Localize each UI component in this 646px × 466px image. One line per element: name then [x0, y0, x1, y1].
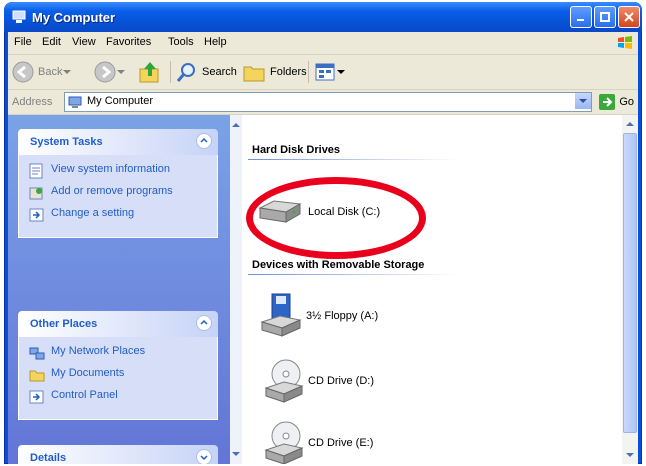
view-system-info-link[interactable]: View system information — [29, 163, 207, 179]
system-tasks-body: View system information Add or remove pr… — [18, 155, 218, 238]
my-computer-icon — [12, 10, 26, 23]
maximize-icon — [600, 12, 610, 22]
chevron-down-icon — [579, 99, 587, 103]
maximize-button[interactable] — [594, 6, 616, 28]
collapse-chevron-icon[interactable] — [196, 315, 212, 331]
network-icon — [29, 347, 45, 360]
close-button[interactable] — [618, 6, 640, 28]
cd-drive-icon — [264, 421, 304, 464]
group-removable-storage: Devices with Removable Storage — [252, 259, 425, 271]
floppy-a[interactable]: 3½ Floppy (A:) — [260, 292, 378, 340]
menu-favorites[interactable]: Favorites — [106, 36, 151, 48]
menu-view[interactable]: View — [72, 36, 96, 48]
forward-button[interactable] — [94, 59, 126, 85]
up-folder-button[interactable] — [138, 59, 162, 85]
details-header[interactable]: Details — [18, 445, 218, 464]
other-places-header[interactable]: Other Places — [18, 311, 218, 337]
scroll-up-icon — [626, 122, 634, 126]
my-network-places-link[interactable]: My Network Places — [29, 345, 207, 361]
my-computer-icon — [68, 96, 82, 108]
scroll-down-icon — [626, 453, 634, 457]
title-bar[interactable]: My Computer — [4, 2, 642, 32]
chevron-down-icon — [117, 70, 125, 74]
windows-logo-icon — [618, 36, 632, 49]
minimize-button[interactable] — [570, 6, 592, 28]
local-disk-c[interactable]: Local Disk (C:) — [256, 198, 380, 226]
menu-tools[interactable]: Tools — [168, 36, 194, 48]
content-scrollbar[interactable] — [622, 115, 638, 464]
task-pane: System Tasks View system information Add… — [8, 115, 230, 464]
content-pane — [230, 115, 622, 464]
change-setting-link[interactable]: Change a setting — [29, 207, 207, 223]
address-dropdown-button[interactable] — [575, 93, 591, 109]
address-label: Address — [12, 96, 53, 108]
toolbar: Back Search Folders — [8, 55, 638, 90]
folder-icon — [29, 370, 45, 382]
go-arrow-icon — [599, 94, 616, 110]
address-input[interactable]: My Computer — [64, 92, 592, 112]
scroll-thumb[interactable] — [623, 133, 637, 433]
system-info-icon — [29, 163, 43, 179]
folder-icon — [243, 66, 265, 82]
control-panel-icon — [29, 208, 44, 222]
details-panel: Details — [18, 445, 218, 464]
menu-edit[interactable]: Edit — [42, 36, 61, 48]
back-arrow-icon — [12, 61, 34, 83]
programs-icon — [29, 187, 43, 200]
folders-button[interactable]: Folders — [242, 59, 307, 85]
left-scrollbar[interactable] — [230, 115, 242, 464]
search-button[interactable]: Search — [176, 59, 237, 85]
scroll-up-icon — [232, 123, 240, 127]
cd-drive-d[interactable]: CD Drive (D:) — [264, 358, 374, 404]
add-remove-programs-link[interactable]: Add or remove programs — [29, 185, 207, 201]
my-documents-link[interactable]: My Documents — [29, 367, 207, 383]
menu-file[interactable]: File — [14, 36, 32, 48]
address-bar: Address My Computer Go — [8, 90, 638, 115]
control-panel-icon — [29, 390, 44, 404]
collapse-chevron-icon[interactable] — [196, 449, 212, 464]
search-icon — [176, 63, 195, 82]
system-tasks-header[interactable]: System Tasks — [18, 129, 218, 155]
window-title: My Computer — [32, 10, 116, 25]
control-panel-link[interactable]: Control Panel — [29, 389, 207, 405]
chevron-down-icon — [63, 70, 72, 74]
up-folder-icon — [139, 62, 159, 83]
back-button[interactable]: Back — [12, 59, 72, 85]
menu-help[interactable]: Help — [204, 36, 227, 48]
views-icon — [315, 63, 335, 81]
forward-arrow-icon — [94, 61, 116, 83]
other-places-body: My Network Places My Documents Control P… — [18, 337, 218, 420]
views-button[interactable] — [314, 59, 346, 85]
close-icon — [624, 12, 634, 22]
group-hard-disk-drives: Hard Disk Drives — [252, 144, 341, 156]
scroll-down-icon — [232, 452, 240, 456]
floppy-drive-icon — [260, 293, 302, 337]
chevron-down-icon — [337, 70, 345, 74]
menu-bar: File Edit View Favorites Tools Help — [8, 32, 638, 55]
cd-drive-icon — [264, 359, 304, 403]
hard-drive-icon — [258, 200, 302, 223]
system-tasks-panel: System Tasks View system information Add… — [18, 129, 218, 238]
cd-drive-e[interactable]: CD Drive (E:) — [264, 420, 373, 464]
go-button[interactable]: Go — [598, 93, 634, 111]
other-places-panel: Other Places My Network Places My Docume… — [18, 311, 218, 420]
collapse-chevron-icon[interactable] — [196, 133, 212, 149]
minimize-icon — [577, 19, 584, 21]
explorer-window: My Computer File Edit View Favorites Too… — [4, 2, 642, 464]
